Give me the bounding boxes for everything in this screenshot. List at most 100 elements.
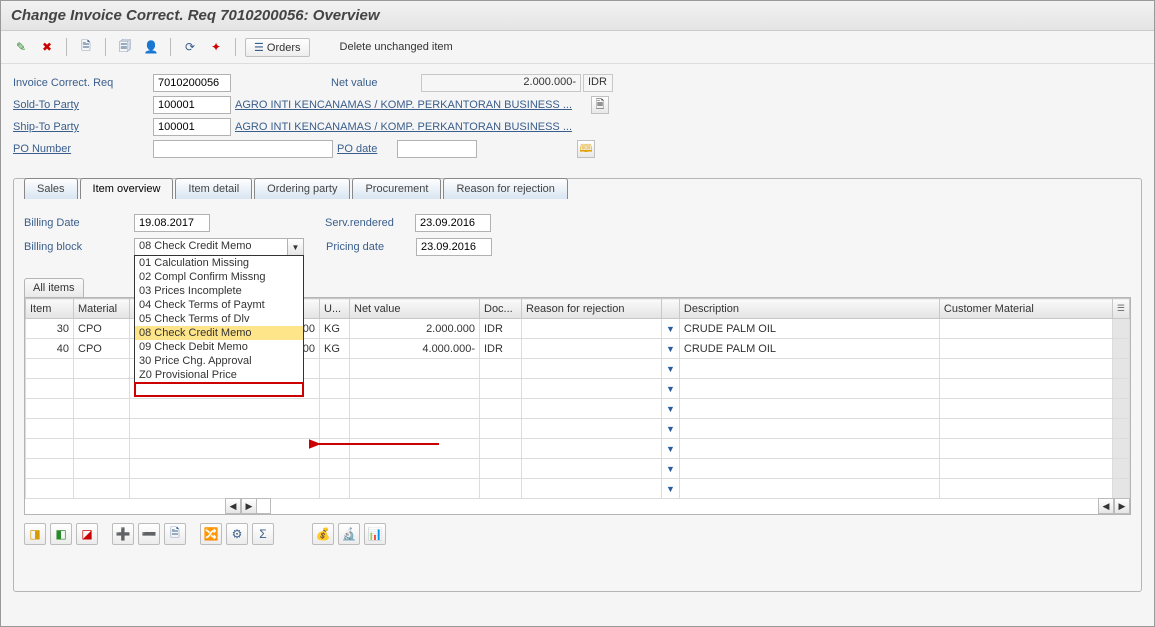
tab-sales[interactable]: Sales bbox=[24, 178, 78, 199]
col-net-value[interactable]: Net value bbox=[350, 299, 480, 319]
ship-to-party-label[interactable]: Ship-To Party bbox=[13, 121, 153, 133]
ship-to-party-name[interactable]: AGRO INTI KENCANAMAS / KOMP. PERKANTORAN… bbox=[235, 121, 572, 133]
cell-item[interactable]: 40 bbox=[26, 339, 74, 359]
po-date-field[interactable] bbox=[397, 140, 477, 158]
display-change-icon[interactable]: ✎ bbox=[11, 37, 31, 57]
dropdown-arrow-icon[interactable]: ▼ bbox=[287, 239, 303, 255]
table-hscroll-right[interactable]: ◀ ▶ bbox=[1098, 498, 1130, 514]
tab-item-overview[interactable]: Item overview bbox=[80, 178, 174, 199]
col-customer-material[interactable]: Customer Material bbox=[939, 299, 1112, 319]
dropdown-option[interactable]: 30 Price Chg. Approval bbox=[135, 354, 303, 368]
po-number-field[interactable] bbox=[153, 140, 333, 158]
select-all-icon[interactable]: ◨ bbox=[24, 523, 46, 545]
po-calendar-icon[interactable]: 🕮 bbox=[577, 140, 595, 158]
tab-reason-for-rejection[interactable]: Reason for rejection bbox=[443, 178, 567, 199]
reason-dropdown-icon[interactable]: ▼ bbox=[662, 379, 680, 399]
reason-dropdown-icon[interactable]: ▼ bbox=[662, 419, 680, 439]
cell-description[interactable]: CRUDE PALM OIL bbox=[679, 319, 939, 339]
sold-to-party-label[interactable]: Sold-To Party bbox=[13, 99, 153, 111]
cell-item[interactable]: 30 bbox=[26, 319, 74, 339]
cell-material[interactable]: CPO bbox=[74, 339, 130, 359]
reason-dropdown-icon[interactable]: ▼ bbox=[662, 359, 680, 379]
dropdown-option[interactable]: 02 Compl Confirm Missng bbox=[135, 270, 303, 284]
sold-to-party-name[interactable]: AGRO INTI KENCANAMAS / KOMP. PERKANTORAN… bbox=[235, 99, 572, 111]
tab-item-detail[interactable]: Item detail bbox=[175, 178, 252, 199]
col-uom[interactable]: U... bbox=[320, 299, 350, 319]
table-row-empty[interactable]: ▼ bbox=[26, 399, 1130, 419]
tab-procurement[interactable]: Procurement bbox=[352, 178, 441, 199]
col-item[interactable]: Item bbox=[26, 299, 74, 319]
col-material[interactable]: Material bbox=[74, 299, 130, 319]
table-hscroll-left[interactable]: ◀ ▶ bbox=[225, 498, 305, 514]
propose-items-icon[interactable]: ⟳ bbox=[180, 37, 200, 57]
reject-icon[interactable]: ✖ bbox=[37, 37, 57, 57]
table-row-empty[interactable]: ▼ bbox=[26, 459, 1130, 479]
dropdown-option[interactable]: Z0 Provisional Price bbox=[135, 368, 303, 382]
cell-net-value[interactable]: 4.000.000- bbox=[350, 339, 480, 359]
dropdown-option-selected[interactable]: 08 Check Credit Memo bbox=[135, 326, 303, 340]
invoice-correct-req-field[interactable] bbox=[153, 74, 231, 92]
details-icon[interactable]: ◪ bbox=[76, 523, 98, 545]
scroll-right-icon[interactable]: ▶ bbox=[241, 498, 257, 514]
cell-material[interactable]: CPO bbox=[74, 319, 130, 339]
deselect-all-icon[interactable]: ◧ bbox=[50, 523, 72, 545]
scroll-right-icon[interactable]: ▶ bbox=[1114, 498, 1130, 514]
sort-icon[interactable]: 🔀 bbox=[200, 523, 222, 545]
filter-icon[interactable]: ⚙ bbox=[226, 523, 248, 545]
dropdown-option[interactable]: 03 Prices Incomplete bbox=[135, 284, 303, 298]
tab-ordering-party[interactable]: Ordering party bbox=[254, 178, 350, 199]
copy-row-icon[interactable]: 🗎 bbox=[164, 523, 186, 545]
dropdown-option[interactable]: 09 Check Debit Memo bbox=[135, 340, 303, 354]
billing-date-field[interactable] bbox=[134, 214, 210, 232]
header-detail-icon[interactable]: 🗐 bbox=[115, 37, 135, 57]
reason-dropdown-icon[interactable]: ▼ bbox=[662, 399, 680, 419]
reason-dropdown-icon[interactable]: ▼ bbox=[662, 319, 680, 339]
reason-dropdown-icon[interactable]: ▼ bbox=[662, 459, 680, 479]
po-number-label[interactable]: PO Number bbox=[13, 143, 153, 155]
scroll-track[interactable] bbox=[257, 498, 271, 514]
cell-customer-material[interactable] bbox=[939, 319, 1112, 339]
insert-row-icon[interactable]: ➕ bbox=[112, 523, 134, 545]
col-reason[interactable]: Reason for rejection bbox=[522, 299, 662, 319]
table-config-icon[interactable]: ☰ bbox=[1112, 299, 1129, 319]
dropdown-option[interactable]: 04 Check Terms of Paymt bbox=[135, 298, 303, 312]
table-row-empty[interactable]: ▼ bbox=[26, 439, 1130, 459]
col-description[interactable]: Description bbox=[679, 299, 939, 319]
table-row-empty[interactable]: ▼ bbox=[26, 479, 1130, 499]
billing-block-dropdown[interactable]: 08 Check Credit Memo ▼ 01 Calculation Mi… bbox=[134, 238, 304, 256]
reason-dropdown-icon[interactable]: ▼ bbox=[662, 339, 680, 359]
cell-customer-material[interactable] bbox=[939, 339, 1112, 359]
scroll-left-icon[interactable]: ◀ bbox=[1098, 498, 1114, 514]
col-doc[interactable]: Doc... bbox=[480, 299, 522, 319]
pricing-date-field[interactable] bbox=[416, 238, 492, 256]
delete-row-icon[interactable]: ➖ bbox=[138, 523, 160, 545]
orders-button[interactable]: ☰ Orders bbox=[245, 38, 310, 57]
po-date-label[interactable]: PO date bbox=[337, 143, 397, 155]
reason-dropdown-icon[interactable]: ▼ bbox=[662, 439, 680, 459]
table-row-empty[interactable]: ▼ bbox=[26, 419, 1130, 439]
pricing-icon[interactable]: 💰 bbox=[312, 523, 334, 545]
scrollbar-cell[interactable] bbox=[1112, 339, 1129, 359]
serv-rendered-field[interactable] bbox=[415, 214, 491, 232]
reason-dropdown-icon[interactable]: ▼ bbox=[662, 479, 680, 499]
cell-reason[interactable] bbox=[522, 339, 662, 359]
log-icon[interactable]: 📊 bbox=[364, 523, 386, 545]
cell-doc[interactable]: IDR bbox=[480, 319, 522, 339]
sum-icon[interactable]: Σ bbox=[252, 523, 274, 545]
ship-to-party-field[interactable] bbox=[153, 118, 231, 136]
dropdown-option-blank[interactable] bbox=[134, 382, 304, 397]
dropdown-option[interactable]: 01 Calculation Missing bbox=[135, 256, 303, 270]
cell-uom[interactable]: KG bbox=[320, 319, 350, 339]
scroll-left-icon[interactable]: ◀ bbox=[225, 498, 241, 514]
dropdown-option[interactable]: 05 Check Terms of Dlv bbox=[135, 312, 303, 326]
condition-icon[interactable]: 🔬 bbox=[338, 523, 360, 545]
cell-uom[interactable]: KG bbox=[320, 339, 350, 359]
cell-reason[interactable] bbox=[522, 319, 662, 339]
cell-description[interactable]: CRUDE PALM OIL bbox=[679, 339, 939, 359]
sold-to-party-field[interactable] bbox=[153, 96, 231, 114]
document-icon[interactable]: 🗎 bbox=[76, 37, 96, 57]
partner-details-icon[interactable]: 🗎 bbox=[591, 96, 609, 114]
cell-doc[interactable]: IDR bbox=[480, 339, 522, 359]
scrollbar-cell[interactable] bbox=[1112, 319, 1129, 339]
cell-net-value[interactable]: 2.000.000 bbox=[350, 319, 480, 339]
